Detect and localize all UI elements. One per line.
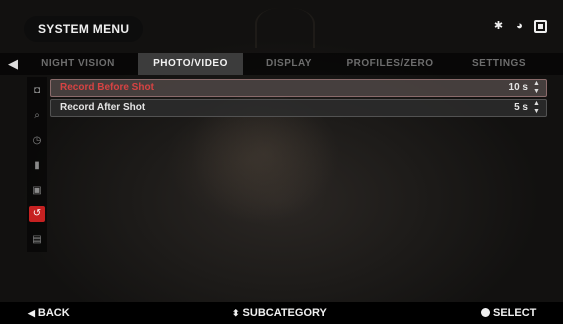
microphone-icon[interactable]: ▮ <box>29 158 45 174</box>
setting-record-after-shot[interactable]: Record After Shot 5 s ▲ ▼ <box>50 99 547 117</box>
back-arrow-icon[interactable]: ◀ <box>8 56 18 72</box>
select-label: SELECT <box>493 307 537 319</box>
setting-value: 5 s <box>514 102 528 113</box>
timer-icon[interactable]: ◷ <box>29 133 45 149</box>
setting-label: Record After Shot <box>60 102 146 113</box>
setting-value: 10 s <box>508 82 528 93</box>
footer-hints: ◀ BACK ⬍ SUBCATEGORY SELECT <box>0 302 563 324</box>
search-icon[interactable]: ⌕ <box>29 108 45 124</box>
subcategory-hint: ⬍ SUBCATEGORY <box>232 302 327 324</box>
select-hint[interactable]: SELECT <box>481 302 536 324</box>
select-button-icon <box>481 308 490 317</box>
left-arrow-icon: ◀ <box>28 308 35 318</box>
battery-icon <box>534 20 547 33</box>
storage-icon[interactable]: ▤ <box>29 232 45 248</box>
tab-profiles-zero[interactable]: PROFILES/ZERO <box>333 53 447 75</box>
subcategory-label: SUBCATEGORY <box>242 307 327 319</box>
setting-record-before-shot[interactable]: Record Before Shot 10 s ▲ ▼ <box>50 79 547 97</box>
back-hint[interactable]: ◀ BACK <box>28 302 70 324</box>
record-icon[interactable]: ↺ <box>29 206 45 222</box>
up-down-stepper-icon[interactable]: ▲ ▼ <box>532 80 541 96</box>
setting-label: Record Before Shot <box>60 82 154 93</box>
bluetooth-icon: ✱ <box>493 20 504 32</box>
header: SYSTEM MENU ✱ ◕ <box>0 0 563 50</box>
tab-night-vision[interactable]: NIGHT VISION <box>28 53 128 75</box>
camera-icon[interactable]: ◘ <box>29 83 45 99</box>
settings-list: Record Before Shot 10 s ▲ ▼ Record After … <box>50 79 547 119</box>
tab-photo-video[interactable]: PHOTO/VIDEO <box>138 53 243 75</box>
up-down-icon: ⬍ <box>232 308 240 318</box>
status-icons: ✱ ◕ <box>492 20 547 33</box>
system-menu-screen: SYSTEM MENU ✱ ◕ ◀ NIGHT VISION PHOTO/VID… <box>0 0 563 324</box>
tab-bar: ◀ NIGHT VISION PHOTO/VIDEO DISPLAY PROFI… <box>0 53 563 75</box>
tab-settings[interactable]: SETTINGS <box>456 53 542 75</box>
tab-display[interactable]: DISPLAY <box>252 53 326 75</box>
menu-title: SYSTEM MENU <box>24 16 144 42</box>
category-sidebar: ◘ ⌕ ◷ ▮ ▣ ↺ ▤ <box>27 77 47 252</box>
wifi-icon: ◕ <box>516 20 523 32</box>
up-down-stepper-icon[interactable]: ▲ ▼ <box>532 100 541 116</box>
back-label: BACK <box>37 307 70 319</box>
video-icon[interactable]: ▣ <box>29 183 45 199</box>
